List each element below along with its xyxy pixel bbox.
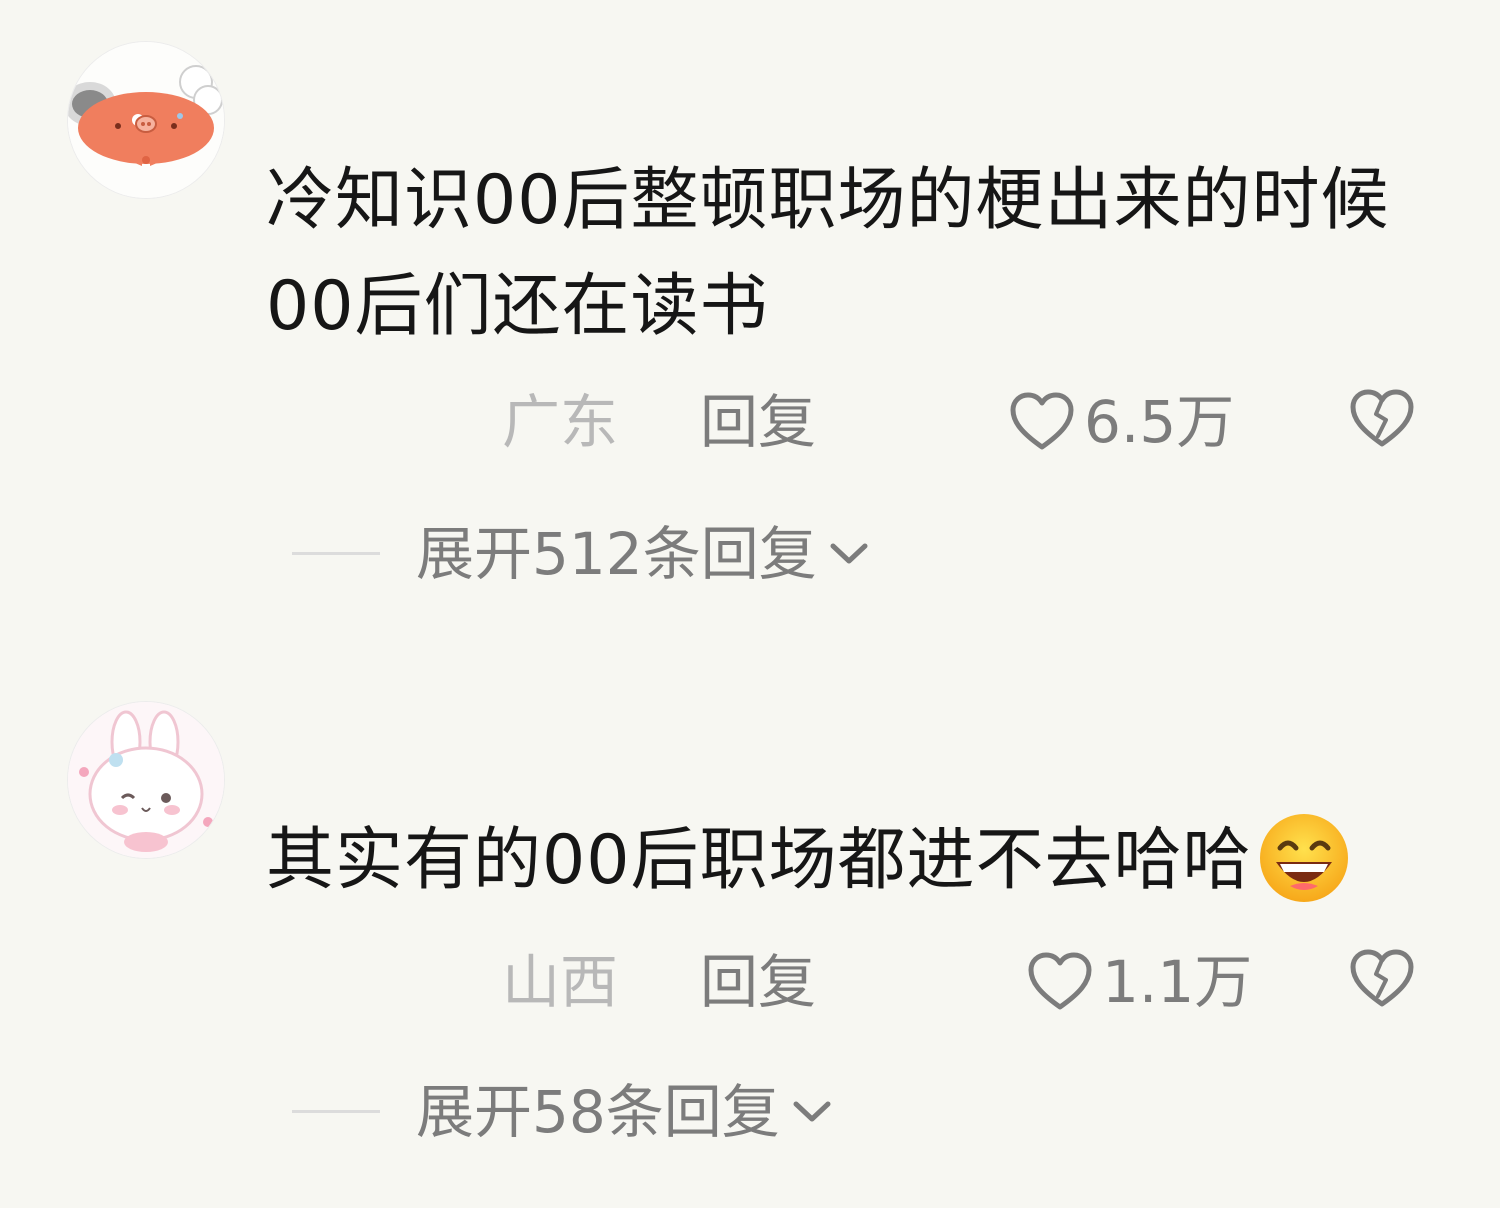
bunny-avatar-icon xyxy=(68,702,224,858)
ip-location-label: 山西 xyxy=(502,948,619,1016)
expand-replies-label: 展开512条回复 xyxy=(416,520,817,588)
comment-meta-row: 广东 回复 6.5万 xyxy=(0,382,1500,462)
like-button[interactable]: 6.5万 xyxy=(1008,382,1234,462)
expand-replies-label: 展开58条回复 xyxy=(416,1078,780,1146)
grinning-face-emoji-icon xyxy=(1259,814,1348,903)
divider-line xyxy=(292,1110,380,1113)
reply-button[interactable]: 回复 xyxy=(700,382,816,462)
dislike-button[interactable] xyxy=(1348,386,1416,454)
like-count: 1.1万 xyxy=(1102,948,1253,1016)
dislike-button[interactable] xyxy=(1348,946,1416,1014)
broken-heart-icon xyxy=(1350,949,1414,1007)
like-button[interactable]: 1.1万 xyxy=(1026,942,1252,1022)
like-count: 6.5万 xyxy=(1084,388,1235,456)
comment-text: 其实有的00后职场都进不去哈哈 xyxy=(266,808,1426,914)
comment-meta-row: 山西 回复 1.1万 xyxy=(0,942,1500,1022)
expand-replies-row: 展开512条回复 xyxy=(0,514,1500,594)
expand-replies-button[interactable]: 展开58条回复 xyxy=(416,1072,832,1152)
chevron-down-icon xyxy=(830,543,868,564)
comment-text: 冷知识00后整顿职场的梗出来的时候00后们还在读书 xyxy=(266,161,1390,346)
avatar[interactable] xyxy=(68,702,224,858)
expand-replies-row: 展开58条回复 xyxy=(0,1072,1500,1152)
ip-location-label: 广东 xyxy=(502,388,619,456)
heart-outline-icon xyxy=(1010,392,1074,450)
broken-heart-icon xyxy=(1350,389,1414,447)
crab-avatar-icon xyxy=(68,42,224,198)
expand-replies-button[interactable]: 展开512条回复 xyxy=(416,514,869,594)
chevron-down-icon xyxy=(793,1101,831,1122)
heart-outline-icon xyxy=(1028,952,1092,1010)
reply-button[interactable]: 回复 xyxy=(700,942,816,1022)
avatar[interactable] xyxy=(68,42,224,198)
comment-text-content: 其实有的00后职场都进不去哈哈 xyxy=(266,821,1252,900)
divider-line xyxy=(292,552,380,555)
